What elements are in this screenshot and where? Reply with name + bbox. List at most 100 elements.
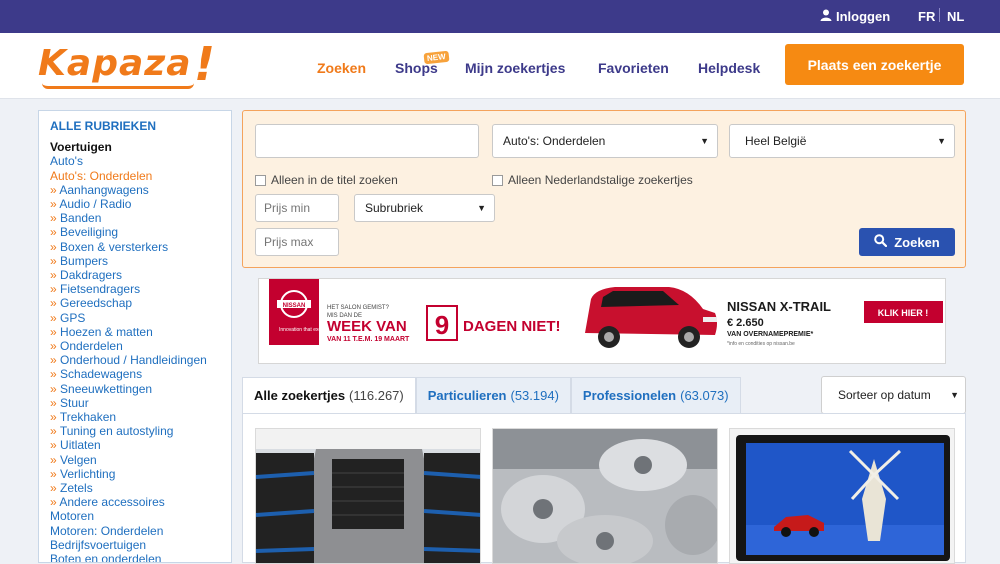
sidebar-subitem[interactable]: » Gereedschap	[50, 296, 231, 310]
sidebar-subitem[interactable]: » Onderhoud / Handleidingen	[50, 353, 231, 367]
sidebar-subitem-arrow: »	[50, 182, 57, 197]
sidebar-subitem[interactable]: » Uitlaten	[50, 438, 231, 452]
price-min-input[interactable]	[255, 194, 339, 222]
nav-mijn-zoekertjes[interactable]: Mijn zoekertjes	[465, 60, 565, 76]
sidebar-subitem-arrow: »	[50, 495, 57, 510]
category-select[interactable]: Auto's: Onderdelen ▼	[492, 124, 718, 158]
title-only-checkbox[interactable]: Alleen in de titel zoeken	[255, 173, 398, 187]
tab-professionelen[interactable]: Professionelen (63.073)	[570, 377, 741, 413]
tab-alle-zoekertjes[interactable]: Alle zoekertjes (116.267)	[242, 377, 416, 413]
sidebar-link-autos[interactable]: Auto's	[50, 154, 231, 168]
logo-exclamation: !	[194, 37, 216, 91]
sidebar-subitem-label: Gereedschap	[60, 296, 133, 311]
sidebar-subitem-label: Uitlaten	[60, 438, 101, 453]
sidebar-subitem-arrow: »	[50, 381, 57, 396]
sidebar-subitem[interactable]: » Verlichting	[50, 467, 231, 481]
subrubriek-select[interactable]: Subrubriek ▼	[354, 194, 495, 222]
sidebar-subitem-arrow: »	[50, 367, 57, 382]
lang-fr-link[interactable]: FR	[918, 9, 935, 24]
sidebar-subitem[interactable]: » Zetels	[50, 481, 231, 495]
sidebar-subitem-label: Aanhangwagens	[59, 182, 149, 197]
sidebar-subitem-label: Andere accessoires	[59, 495, 165, 510]
tab-count: (63.073)	[680, 388, 729, 403]
banner-cta[interactable]: KLIK HIER !	[878, 308, 929, 318]
checkbox-box	[492, 174, 503, 186]
listing-thumbnail-tires	[256, 429, 480, 563]
place-ad-button[interactable]: Plaats een zoekertje	[785, 44, 964, 85]
listing-grid	[242, 413, 966, 564]
sidebar-subitem[interactable]: » Hoezen & matten	[50, 325, 231, 339]
sidebar-subitem-label: Schadewagens	[60, 367, 143, 382]
sidebar-subitem-label: Dakdragers	[60, 268, 123, 283]
sidebar-subitem-arrow: »	[50, 211, 57, 226]
lang-nl-link[interactable]: NL	[947, 9, 964, 24]
sidebar-subitem[interactable]: » Audio / Radio	[50, 197, 231, 211]
sidebar-subitem[interactable]: » Trekhaken	[50, 410, 231, 424]
svg-text:NISSAN: NISSAN	[283, 303, 306, 309]
sidebar-subitem[interactable]: » GPS	[50, 311, 231, 325]
sidebar-link-motoren-onderdelen[interactable]: Motoren: Onderdelen	[50, 524, 231, 538]
sidebar-subitem[interactable]: » Tuning en autostyling	[50, 424, 231, 438]
banner-headline-a: WEEK VAN	[327, 318, 407, 335]
sidebar-subitem[interactable]: » Sneeuwkettingen	[50, 382, 231, 396]
price-max-input[interactable]	[255, 228, 339, 256]
sidebar-subitem[interactable]: » Stuur	[50, 396, 231, 410]
sidebar-subitem-arrow: »	[50, 424, 57, 439]
listing-card[interactable]	[255, 428, 481, 564]
lang-divider	[939, 8, 940, 22]
dutch-only-checkbox[interactable]: Alleen Nederlandstalige zoekertjes	[492, 173, 693, 187]
sidebar-subitem[interactable]: » Andere accessoires	[50, 495, 231, 509]
sidebar-subitem[interactable]: » Beveiliging	[50, 225, 231, 239]
sidebar-subitem[interactable]: » Banden	[50, 211, 231, 225]
sidebar-subitem-arrow: »	[50, 296, 57, 311]
sidebar-subitem-arrow: »	[50, 410, 57, 425]
sort-select[interactable]: Sorteer op datum ▼	[821, 376, 966, 414]
nav-favorieten[interactable]: Favorieten	[598, 60, 669, 76]
sidebar-subitem-label: Trekhaken	[59, 410, 117, 425]
sidebar-subitem-label: Sneeuwkettingen	[60, 381, 153, 396]
caret-down-icon: ▼	[937, 136, 946, 146]
tab-particulieren[interactable]: Particulieren (53.194)	[415, 377, 571, 413]
sidebar-subitem[interactable]: » Aanhangwagens	[50, 183, 231, 197]
sidebar-link-motoren[interactable]: Motoren	[50, 509, 231, 523]
banner-headline-num: 9	[435, 310, 449, 340]
sidebar-subitem-arrow: »	[50, 438, 57, 453]
sidebar-heading[interactable]: ALLE RUBRIEKEN	[50, 119, 231, 133]
sidebar-subitem[interactable]: » Onderdelen	[50, 339, 231, 353]
kapaza-logo[interactable]: Kapaza !	[38, 37, 215, 91]
sidebar-subitem-arrow: »	[50, 452, 57, 467]
user-icon	[820, 9, 832, 24]
region-select[interactable]: Heel België ▼	[729, 124, 955, 158]
sidebar-subitem-arrow: »	[50, 239, 57, 254]
checkbox-box	[255, 174, 266, 186]
nav-helpdesk[interactable]: Helpdesk	[698, 60, 760, 76]
sidebar-subitem[interactable]: » Boxen & versterkers	[50, 240, 231, 254]
sidebar-subitem-label: Bumpers	[60, 253, 109, 268]
tab-label: Alle zoekertjes	[254, 388, 346, 403]
sidebar-subitem[interactable]: » Schadewagens	[50, 367, 231, 381]
sidebar-subitem-label: Fietsendragers	[60, 282, 141, 297]
sort-select-value: Sorteer op datum	[838, 388, 931, 402]
sidebar-subitem-arrow: »	[50, 339, 57, 354]
sidebar-link-autos-onderdelen[interactable]: Auto's: Onderdelen	[50, 169, 231, 183]
top-bar: Inloggen FR NL	[0, 0, 1000, 33]
search-input[interactable]	[255, 124, 479, 158]
nissan-ad-banner[interactable]: NISSAN Innovation that excites HET SALON…	[258, 278, 946, 364]
nav-zoeken[interactable]: Zoeken	[317, 60, 366, 76]
login-label: Inloggen	[836, 9, 891, 24]
listing-card[interactable]	[729, 428, 955, 564]
listing-card[interactable]	[492, 428, 718, 564]
search-icon	[874, 234, 888, 250]
search-button[interactable]: Zoeken	[859, 228, 955, 256]
login-link[interactable]: Inloggen	[820, 9, 890, 24]
sidebar-subitem[interactable]: » Bumpers	[50, 254, 231, 268]
sidebar-subitem-label: Stuur	[60, 395, 89, 410]
sidebar-link-bedrijfsvoertuigen[interactable]: Bedrijfsvoertuigen	[50, 538, 231, 552]
sidebar-subitem-label: Boxen & versterkers	[60, 239, 169, 254]
search-button-label: Zoeken	[894, 234, 940, 250]
sidebar-subitem[interactable]: » Velgen	[50, 453, 231, 467]
sidebar-link-boten[interactable]: Boten en onderdelen	[50, 552, 231, 562]
sidebar-subitem[interactable]: » Fietsendragers	[50, 282, 231, 296]
sidebar-subitem[interactable]: » Dakdragers	[50, 268, 231, 282]
listing-thumbnail-gearboxes	[493, 429, 717, 563]
